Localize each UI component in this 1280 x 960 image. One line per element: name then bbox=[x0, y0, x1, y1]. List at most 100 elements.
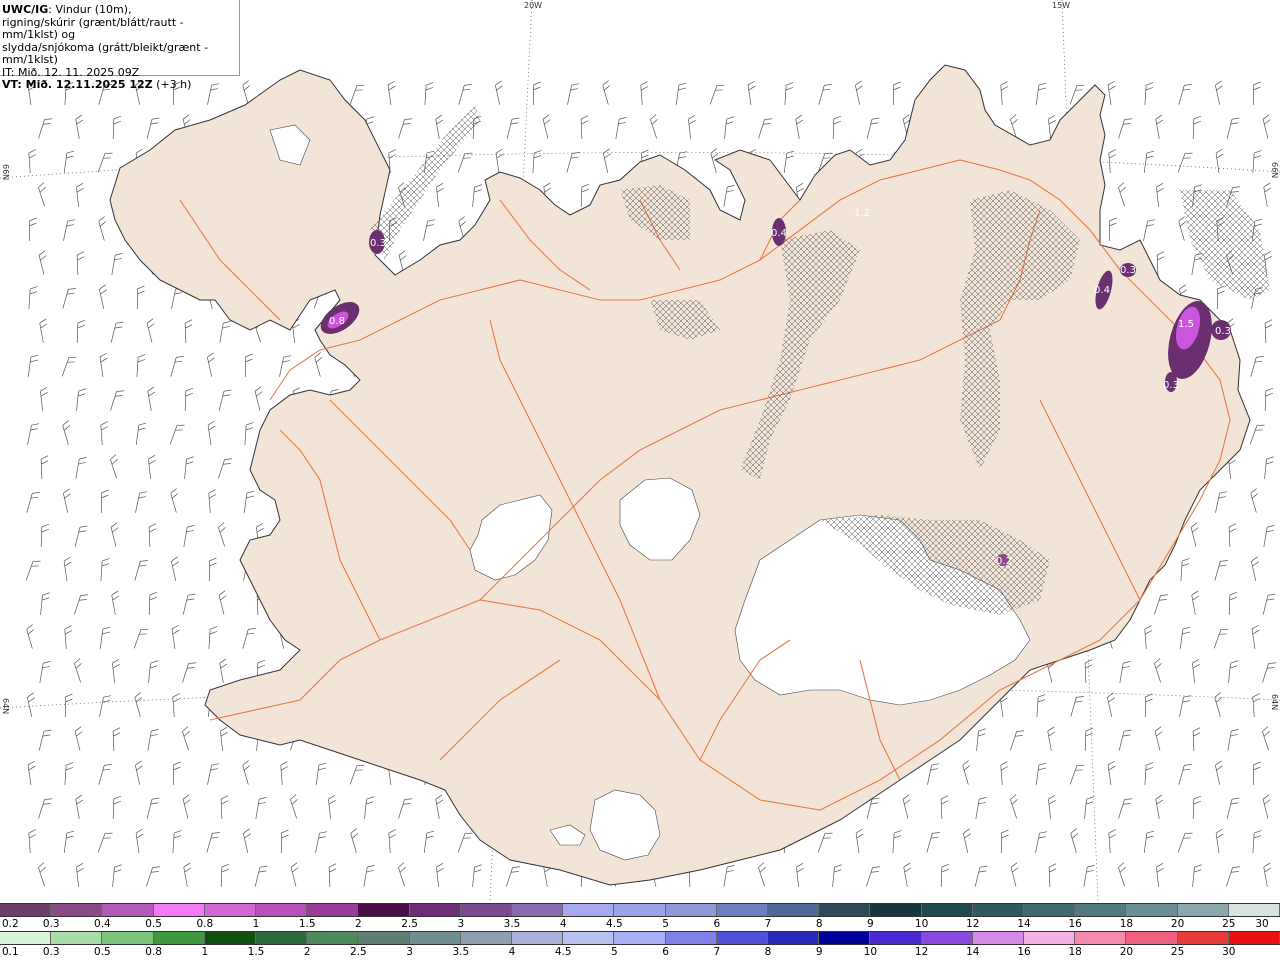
legend-label: 2 bbox=[303, 946, 311, 958]
legend-swatch bbox=[358, 904, 410, 916]
legend-label: 18 bbox=[1119, 918, 1134, 930]
legend-label: 0.4 bbox=[94, 918, 111, 930]
legend-label: 4.5 bbox=[554, 946, 572, 958]
legend-swatch bbox=[460, 904, 513, 916]
legend-swatch bbox=[819, 904, 871, 916]
precip-label: 0.3 bbox=[1120, 265, 1136, 276]
valid-offset: (+3 h) bbox=[152, 78, 192, 91]
legend-swatch bbox=[1228, 932, 1280, 944]
lon-label-15w: 15W bbox=[1052, 1, 1071, 10]
legend-label: 10 bbox=[914, 918, 929, 930]
map-title-box: UWC/IG: Vindur (10m), rigning/skúrir (gr… bbox=[0, 0, 240, 91]
rain-legend: 0.1 0.3 0.5 0.8 1 1.5 2 2.5 3 3.5 4 4.5 5 6 7 8 9 10 12 14 1… bbox=[0, 931, 1280, 959]
precip-label: 0.8 bbox=[329, 316, 345, 327]
lat-label-64n-left: 64N bbox=[1, 698, 10, 715]
legend-label: 30 bbox=[1255, 918, 1269, 930]
legend-swatch bbox=[665, 932, 717, 944]
legend-swatch bbox=[921, 904, 973, 916]
legend-swatch bbox=[256, 932, 308, 944]
precip-label: 0.2 bbox=[996, 556, 1012, 567]
legend-swatch bbox=[1024, 932, 1076, 944]
legend-swatch bbox=[921, 932, 973, 944]
legend-label: 20 bbox=[1119, 946, 1134, 958]
model-name: UWC/IG bbox=[2, 3, 49, 16]
legend-swatch bbox=[819, 932, 871, 944]
legend-swatch bbox=[768, 932, 820, 944]
legend-swatch bbox=[409, 932, 461, 944]
legend-label: 1 bbox=[252, 918, 260, 930]
legend-swatch bbox=[102, 904, 154, 916]
legend-swatch bbox=[204, 932, 257, 944]
legend-label: 1.5 bbox=[298, 918, 316, 930]
precip-label: 0.3 bbox=[370, 238, 386, 249]
legend-label: 0.8 bbox=[145, 946, 162, 958]
legend-label: 3.5 bbox=[503, 918, 521, 930]
snow-legend: 0.2 0.3 0.4 0.5 0.8 1 1.5 2 2.5 3 3.5 4 4.5 5 6 7 8 9 10 12… bbox=[0, 903, 1280, 931]
legend-swatch bbox=[563, 932, 615, 944]
legend-swatch bbox=[0, 904, 52, 916]
legend-label: 0.5 bbox=[145, 918, 162, 930]
precip-label: 0.3 bbox=[1215, 326, 1231, 337]
legend-label: 9 bbox=[815, 946, 823, 958]
legend-swatch bbox=[512, 932, 564, 944]
legend-swatch bbox=[1126, 904, 1178, 916]
valid-time: VT: Mið. 12.11.2025 12Z bbox=[2, 78, 153, 91]
legend-swatch bbox=[1075, 932, 1127, 944]
legend-swatch bbox=[460, 932, 513, 944]
legend-swatch bbox=[614, 904, 666, 916]
legend-swatch bbox=[512, 904, 564, 916]
legend-swatch bbox=[1228, 904, 1280, 916]
legend-label: 10 bbox=[863, 946, 878, 958]
rain-legend-labels: 0.1 0.3 0.5 0.8 1 1.5 2 2.5 3 3.5 4 4.5 5 6 7 8 9 10 12 14 1… bbox=[0, 945, 1280, 959]
legend-swatch bbox=[409, 904, 461, 916]
legend-swatch bbox=[204, 904, 257, 916]
precip-label: 0.4 bbox=[771, 228, 787, 239]
legend-swatch bbox=[1024, 904, 1076, 916]
legend-label: 3 bbox=[406, 946, 413, 958]
legend-label: 2.5 bbox=[350, 946, 367, 958]
legend-swatch bbox=[716, 904, 769, 916]
legend-label: 25 bbox=[1222, 918, 1236, 930]
legend-label: 25 bbox=[1170, 946, 1185, 958]
precip-label: 1.2 bbox=[854, 208, 870, 219]
legend-swatch bbox=[0, 932, 52, 944]
legend-label: 6 bbox=[662, 946, 669, 958]
legend-label: 14 bbox=[1017, 918, 1031, 930]
legend-swatch bbox=[1177, 932, 1229, 944]
legend-label: 9 bbox=[867, 918, 874, 930]
iceland-map: 0.3 0.8 0.4 1.2 0.3 0.4 1.5 0.3 0.3 0.2 bbox=[0, 0, 1280, 902]
title-desc-1: : Vindur (10m), bbox=[48, 3, 132, 16]
legend-swatch bbox=[256, 904, 308, 916]
legend-label: 2 bbox=[355, 918, 362, 930]
legend-swatch bbox=[665, 904, 717, 916]
rain-legend-bar bbox=[0, 931, 1280, 945]
legend-swatch bbox=[768, 904, 820, 916]
legend-label: 0.5 bbox=[94, 946, 111, 958]
title-desc-2: rigning/skúrir (grænt/blátt/rautt - mm/1… bbox=[2, 15, 184, 41]
legend-label: 0.3 bbox=[42, 918, 60, 930]
legend-label: 16 bbox=[1068, 918, 1082, 930]
legend-label: 3 bbox=[457, 918, 465, 930]
legend-swatch bbox=[1177, 904, 1229, 916]
snow-legend-labels: 0.2 0.3 0.4 0.5 0.8 1 1.5 2 2.5 3 3.5 4 4.5 5 6 7 8 9 10 12… bbox=[0, 917, 1280, 931]
legend-label: 12 bbox=[966, 918, 980, 930]
legend-label: 30 bbox=[1222, 946, 1236, 958]
legend-swatch bbox=[972, 932, 1025, 944]
legend-label: 5 bbox=[611, 946, 618, 958]
legend-label: 12 bbox=[914, 946, 929, 958]
legend-label: 3.5 bbox=[452, 946, 470, 958]
legend-label: 7 bbox=[764, 918, 772, 930]
legend-swatch bbox=[307, 932, 359, 944]
precip-label: 0.4 bbox=[1094, 285, 1110, 296]
legend-label: 1 bbox=[201, 946, 209, 958]
legend-swatch bbox=[870, 932, 922, 944]
legend-swatch bbox=[307, 904, 359, 916]
legend-swatch bbox=[716, 932, 769, 944]
legend-swatch bbox=[1126, 932, 1178, 944]
legend-label: 1.5 bbox=[247, 946, 265, 958]
precip-label: 1.5 bbox=[1178, 319, 1194, 330]
legend-label: 20 bbox=[1170, 918, 1185, 930]
legend-swatch bbox=[102, 932, 154, 944]
legend-swatch bbox=[153, 904, 205, 916]
snow-legend-bar bbox=[0, 903, 1280, 917]
